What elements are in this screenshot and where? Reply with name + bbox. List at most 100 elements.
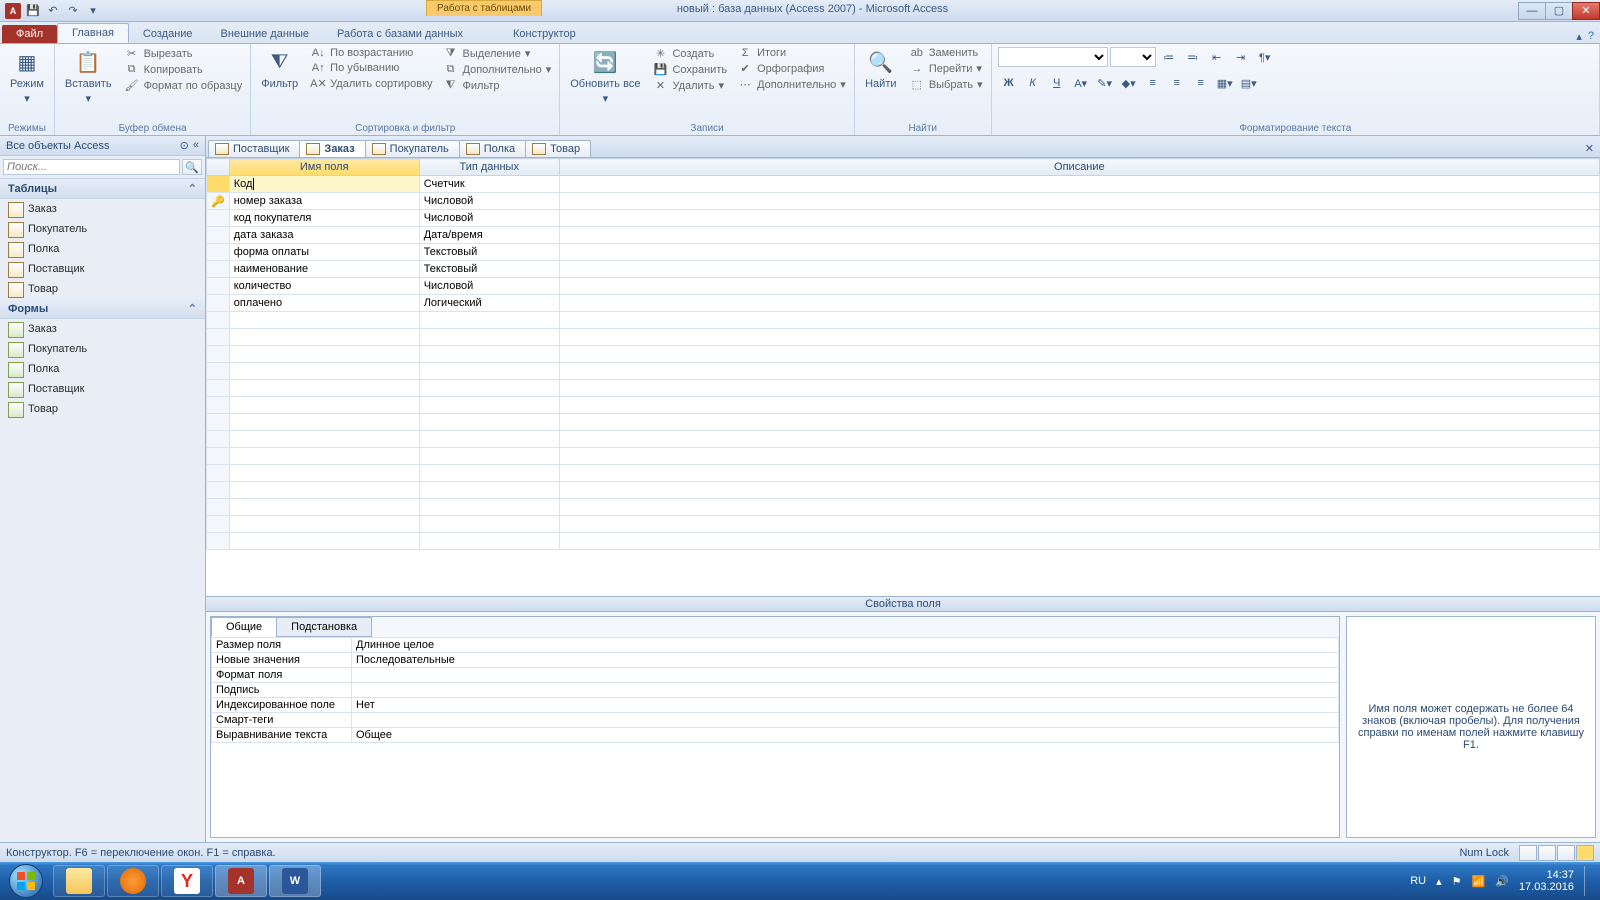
field-name-cell[interactable]: количество <box>229 278 419 295</box>
increase-indent-icon[interactable]: ⇥ <box>1230 46 1252 68</box>
file-tab[interactable]: Файл <box>2 25 57 43</box>
doc-tab[interactable]: Заказ <box>299 140 365 157</box>
row-selector[interactable] <box>207 448 230 465</box>
row-selector[interactable] <box>207 329 230 346</box>
field-desc-cell[interactable] <box>559 278 1599 295</box>
font-color-icon[interactable]: A▾ <box>1070 72 1092 94</box>
navpane-header[interactable]: Все объекты Access ⊙« <box>0 136 205 156</box>
nav-form-item[interactable]: Товар <box>0 399 205 419</box>
row-selector[interactable] <box>207 363 230 380</box>
field-name-cell[interactable] <box>229 533 419 550</box>
numbering-icon[interactable]: ≕ <box>1182 46 1204 68</box>
field-desc-cell[interactable] <box>559 363 1599 380</box>
row-selector[interactable] <box>207 431 230 448</box>
col-data-type[interactable]: Тип данных <box>419 159 559 176</box>
search-icon[interactable]: 🔍 <box>182 159 202 175</box>
font-name-select[interactable] <box>998 47 1108 67</box>
select-button[interactable]: ⬚Выбрать ▾ <box>907 77 985 92</box>
nav-table-item[interactable]: Товар <box>0 279 205 299</box>
field-desc-cell[interactable] <box>559 380 1599 397</box>
advanced-filter-button[interactable]: ⧉Дополнительно ▾ <box>441 62 554 77</box>
prop-value[interactable]: Последовательные <box>352 653 1339 668</box>
redo-icon[interactable]: ↷ <box>64 2 82 20</box>
sort-desc-button[interactable]: A↑По убыванию <box>308 61 434 75</box>
field-desc-cell[interactable] <box>559 312 1599 329</box>
prop-value[interactable]: Длинное целое <box>352 638 1339 653</box>
align-center-icon[interactable]: ≡ <box>1166 72 1188 94</box>
taskbar-yandex[interactable]: Y <box>161 865 213 897</box>
view-button[interactable]: ▦Режим▾ <box>6 46 48 107</box>
pivotchart-view-button[interactable] <box>1557 845 1575 861</box>
nav-form-item[interactable]: Поставщик <box>0 379 205 399</box>
field-name-cell[interactable] <box>229 380 419 397</box>
row-selector[interactable] <box>207 261 230 278</box>
props-tab-general[interactable]: Общие <box>211 617 277 637</box>
close-button[interactable]: ✕ <box>1572 2 1600 20</box>
row-selector[interactable] <box>207 533 230 550</box>
doc-tab[interactable]: Полка <box>459 140 526 157</box>
field-name-cell[interactable] <box>229 516 419 533</box>
row-selector[interactable] <box>207 380 230 397</box>
row-selector[interactable] <box>207 176 230 193</box>
copy-button[interactable]: ⧉Копировать <box>122 62 245 77</box>
qat-customize-icon[interactable]: ▾ <box>84 2 102 20</box>
field-type-cell[interactable]: Числовой <box>419 193 559 210</box>
row-selector-header[interactable] <box>207 159 230 176</box>
delete-record-button[interactable]: ✕Удалить ▾ <box>650 78 729 93</box>
props-tab-lookup[interactable]: Подстановка <box>276 617 372 637</box>
navgroup-tables-header[interactable]: Таблицы⌃ <box>0 179 205 199</box>
app-icon[interactable]: A <box>4 2 22 20</box>
field-desc-cell[interactable] <box>559 499 1599 516</box>
field-name-cell[interactable]: форма оплаты <box>229 244 419 261</box>
show-desktop-button[interactable] <box>1584 866 1592 896</box>
pivot-view-button[interactable] <box>1538 845 1556 861</box>
minimize-button[interactable]: — <box>1518 2 1546 20</box>
nav-table-item[interactable]: Полка <box>0 239 205 259</box>
field-desc-cell[interactable] <box>559 261 1599 278</box>
taskbar-media-player[interactable] <box>107 865 159 897</box>
taskbar-explorer[interactable] <box>53 865 105 897</box>
prop-value[interactable] <box>352 713 1339 728</box>
tab-home[interactable]: Главная <box>57 23 129 43</box>
field-name-cell[interactable] <box>229 499 419 516</box>
language-indicator[interactable]: RU <box>1410 875 1426 887</box>
field-type-cell[interactable] <box>419 533 559 550</box>
field-type-cell[interactable]: Счетчик <box>419 176 559 193</box>
tray-volume-icon[interactable]: 🔊 <box>1495 875 1509 888</box>
spelling-button[interactable]: ✔Орфография <box>735 61 848 76</box>
field-name-cell[interactable] <box>229 465 419 482</box>
new-record-button[interactable]: ✳Создать <box>650 46 729 61</box>
field-type-cell[interactable] <box>419 363 559 380</box>
field-name-cell[interactable]: Код <box>229 176 419 193</box>
nav-table-item[interactable]: Заказ <box>0 199 205 219</box>
row-selector[interactable] <box>207 227 230 244</box>
font-size-select[interactable] <box>1110 47 1156 67</box>
field-name-cell[interactable]: код покупателя <box>229 210 419 227</box>
tray-flag-icon[interactable]: ⚑ <box>1452 875 1462 888</box>
alt-row-color-icon[interactable]: ▤▾ <box>1238 72 1260 94</box>
tab-design[interactable]: Конструктор <box>499 25 590 43</box>
field-type-cell[interactable]: Текстовый <box>419 261 559 278</box>
tray-clock[interactable]: 14:3717.03.2016 <box>1519 869 1574 893</box>
field-type-cell[interactable] <box>419 448 559 465</box>
field-name-cell[interactable] <box>229 448 419 465</box>
prop-value[interactable]: Нет <box>352 698 1339 713</box>
field-desc-cell[interactable] <box>559 329 1599 346</box>
filter-button[interactable]: ⧨Фильтр <box>257 46 302 92</box>
align-left-icon[interactable]: ≡ <box>1142 72 1164 94</box>
refresh-all-button[interactable]: 🔄Обновить все▾ <box>566 46 644 107</box>
prop-value[interactable] <box>352 683 1339 698</box>
clear-sort-button[interactable]: A✕Удалить сортировку <box>308 76 434 91</box>
row-selector[interactable] <box>207 346 230 363</box>
nav-table-item[interactable]: Покупатель <box>0 219 205 239</box>
field-name-cell[interactable] <box>229 312 419 329</box>
gridlines-icon[interactable]: ▦▾ <box>1214 72 1236 94</box>
row-selector[interactable] <box>207 244 230 261</box>
field-type-cell[interactable] <box>419 346 559 363</box>
nav-form-item[interactable]: Полка <box>0 359 205 379</box>
field-name-cell[interactable] <box>229 431 419 448</box>
tab-database-tools[interactable]: Работа с базами данных <box>323 25 477 43</box>
field-type-cell[interactable] <box>419 465 559 482</box>
field-type-cell[interactable] <box>419 431 559 448</box>
nav-form-item[interactable]: Заказ <box>0 319 205 339</box>
